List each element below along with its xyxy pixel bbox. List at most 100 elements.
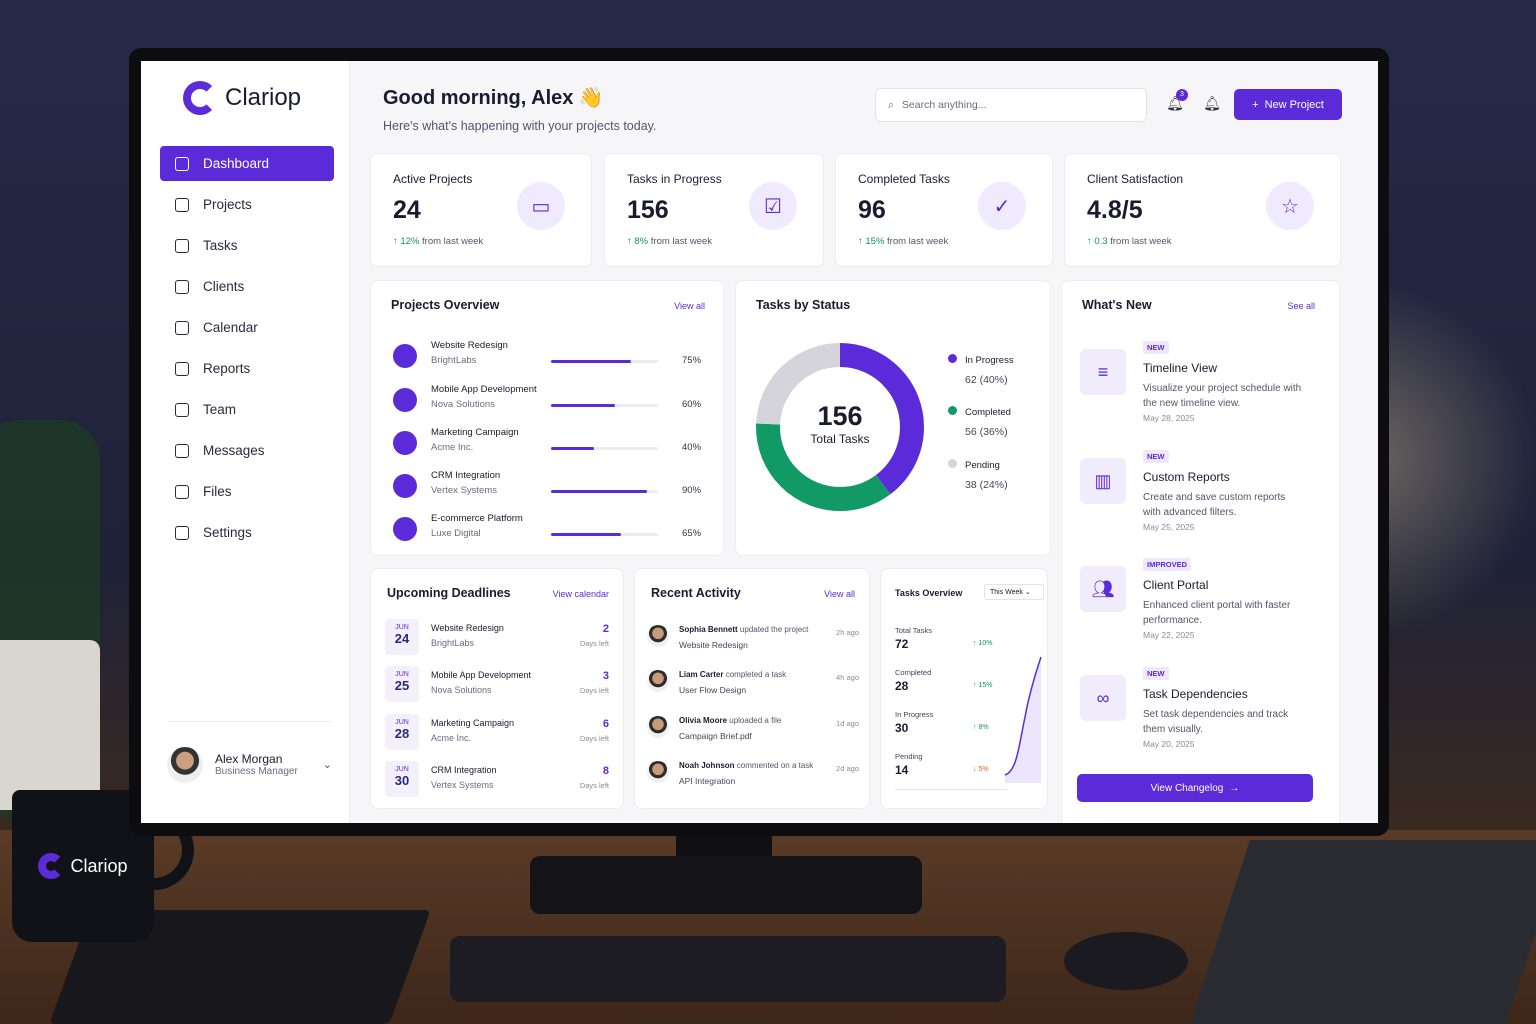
project-client: Acme Inc. (431, 442, 474, 453)
activity-row[interactable]: Olivia Moore uploaded a file Campaign Bri… (647, 716, 859, 752)
activity-row[interactable]: Liam Carter completed a task User Flow De… (647, 670, 859, 706)
sidebar-item-team[interactable]: Team (160, 392, 334, 427)
project-row[interactable]: Marketing Campaign Acme Inc. 40% (393, 427, 713, 461)
chevron-down-icon[interactable]: ⌄ (323, 758, 332, 771)
sidebar-item-settings[interactable]: Settings (160, 515, 334, 550)
sidebar-item-label: Settings (203, 525, 252, 540)
project-row[interactable]: E-commerce Platform Luxe Digital 65% (393, 513, 713, 547)
tasks-icon (175, 238, 189, 253)
settings-icon (175, 525, 189, 540)
sidebar-item-label: Tasks (203, 238, 238, 253)
progress-fill (551, 533, 621, 536)
sidebar-item-calendar[interactable]: Calendar (160, 310, 334, 345)
sidebar-item-messages[interactable]: Messages (160, 433, 334, 468)
messages-icon (175, 443, 189, 458)
stat-title: Client Satisfaction (1087, 172, 1184, 186)
trend-value: 8% (634, 236, 649, 247)
project-row[interactable]: Website Redesign BrightLabs 75% (393, 340, 713, 374)
view-changelog-button[interactable]: View Changelog → (1077, 774, 1313, 802)
avatar (647, 670, 669, 692)
news-desc: Set task dependencies and track them vis… (1143, 709, 1289, 735)
news-item[interactable]: 👥︎ IMPROVED Client Portal Enhanced client p… (1080, 558, 1330, 648)
stat-value: 96 (858, 196, 886, 224)
search-input[interactable]: ⌕ Search anything... (875, 88, 1147, 122)
card-title: What's New (1082, 298, 1152, 312)
activity-time: 2d ago (836, 764, 859, 773)
sidebar-item-files[interactable]: Files (160, 474, 334, 509)
legend-dot (948, 406, 957, 415)
user-menu[interactable]: Alex Morgan Business Manager ⌄ (167, 721, 332, 801)
sidebar-item-projects[interactable]: Projects (160, 187, 334, 222)
news-date: May 28, 2025 (1143, 413, 1195, 423)
view-all-link[interactable]: View all (824, 589, 855, 599)
activity-row[interactable]: Noah Johnson commented on a task API Inte… (647, 761, 859, 797)
bell-icon[interactable]: 🔔︎ (1203, 95, 1221, 113)
chevron-down-icon: ⌄ (1024, 589, 1031, 596)
news-badge: IMPROVED (1143, 558, 1192, 571)
reports-icon (175, 361, 189, 376)
stat-card-completed-tasks[interactable]: Completed Tasks 96 ↑ 15% from last week … (835, 153, 1053, 267)
view-all-link[interactable]: View all (674, 301, 705, 311)
files-icon (175, 484, 189, 499)
new-project-button[interactable]: + New Project (1234, 89, 1342, 120)
project-name: E-commerce Platform (431, 513, 523, 524)
deadline-row[interactable]: JUN 24 Website Redesign BrightLabs 2 Days lef… (385, 619, 609, 657)
legend-label: In Progress (965, 355, 1014, 366)
total-tasks-value: 156 (817, 401, 863, 431)
days-left-value: 6 (602, 718, 609, 730)
projects-overview-card: Projects Overview View all Website Redes… (370, 280, 724, 556)
legend-in-progress: In Progress 62 (40%) (948, 354, 1014, 386)
stat-title: Completed Tasks (858, 172, 950, 186)
app-screen: Clariop Dashboard Projects Tasks Clients… (141, 61, 1378, 823)
stat-card-active-projects[interactable]: Active Projects 24 ↑ 12% from last week … (370, 153, 592, 267)
sidebar: Clariop Dashboard Projects Tasks Clients… (141, 61, 350, 823)
upcoming-deadlines-card: Upcoming Deadlines View calendar JUN 24 We… (370, 568, 624, 809)
card-title: Upcoming Deadlines (387, 586, 511, 600)
activity-text: Olivia Moore uploaded a file (679, 716, 781, 725)
sidebar-item-clients[interactable]: Clients (160, 269, 334, 304)
date-chip: JUN 30 (385, 761, 419, 797)
week-filter-select[interactable]: This Week ⌄ (984, 584, 1044, 600)
legend-dot (948, 354, 957, 363)
legend-label: Pending (965, 460, 1000, 471)
deadline-client: Nova Solutions (431, 685, 492, 695)
news-date: May 25, 2025 (1143, 522, 1195, 532)
sidebar-item-reports[interactable]: Reports (160, 351, 334, 386)
search-placeholder: Search anything... (901, 99, 987, 111)
link-icon: ∞ (1080, 675, 1126, 721)
page-title: Good morning, Alex 👋 (383, 87, 604, 109)
view-calendar-link[interactable]: View calendar (553, 589, 609, 599)
activity-row[interactable]: Sophia Bennett updated the project Websit… (647, 625, 859, 661)
stat-card-client-satisfaction[interactable]: Client Satisfaction 4.8/5 ↑ 0.3 from las… (1064, 153, 1341, 267)
brand[interactable]: Clariop (183, 81, 301, 115)
sidebar-item-label: Files (203, 484, 232, 499)
mug-brand: Clariop (70, 855, 128, 876)
project-row[interactable]: Mobile App Development Nova Solutions 60% (393, 384, 713, 418)
project-row[interactable]: CRM Integration Vertex Systems 90% (393, 470, 713, 504)
see-all-link[interactable]: See all (1287, 301, 1315, 311)
sidebar-item-tasks[interactable]: Tasks (160, 228, 334, 263)
sidebar-item-dashboard[interactable]: Dashboard (160, 146, 334, 181)
deadline-row[interactable]: JUN 28 Marketing Campaign Acme Inc. 6 Days le… (385, 714, 609, 752)
progress-fill (551, 404, 616, 407)
stat-value: 156 (627, 196, 669, 224)
deadline-row[interactable]: JUN 25 Mobile App Development Nova Solution… (385, 666, 609, 704)
laptop (1190, 840, 1536, 1024)
progress-bar (551, 360, 658, 363)
card-title: Projects Overview (391, 298, 500, 312)
news-item[interactable]: ∞ NEW Task Dependencies Set task dependenci… (1080, 667, 1330, 757)
days-left-label: Days left (579, 639, 609, 648)
deadline-row[interactable]: JUN 30 CRM Integration Vertex Systems 8 Days … (385, 761, 609, 799)
project-client: Nova Solutions (431, 399, 495, 410)
news-item[interactable]: ▥ NEW Custom Reports Create and save custom… (1080, 450, 1330, 540)
days-left-label: Days left (579, 686, 609, 695)
activity-text: Liam Carter completed a task (679, 670, 786, 679)
project-name: CRM Integration (431, 470, 501, 481)
progress-bar (551, 404, 658, 407)
stat-card-tasks-in-progress[interactable]: Tasks in Progress 156 ↑ 8% from last wee… (604, 153, 824, 267)
overview-row: Completed 28 ↑ 15% (895, 668, 992, 693)
projects-icon (175, 197, 189, 212)
news-item[interactable]: ≡ NEW Timeline View Visualize your project … (1080, 341, 1330, 431)
sidebar-item-label: Projects (203, 197, 252, 212)
donut-center: 156 Total Tasks (792, 401, 888, 446)
